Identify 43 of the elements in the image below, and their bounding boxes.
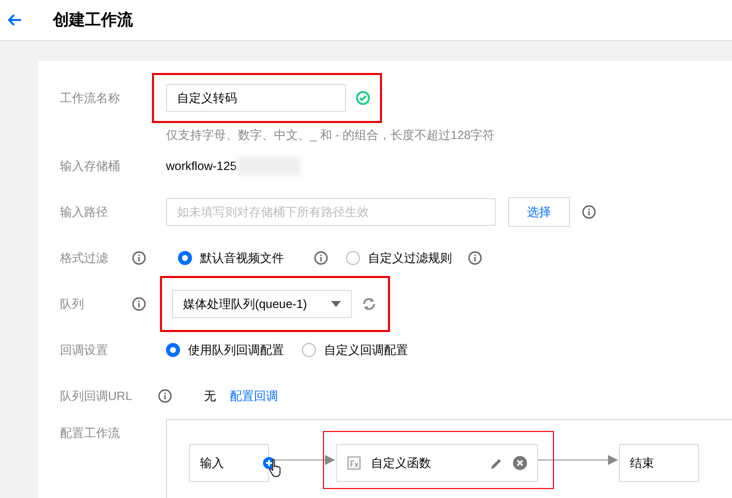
- pencil-icon[interactable]: [490, 456, 503, 470]
- back-icon[interactable]: [8, 14, 22, 26]
- refresh-icon[interactable]: [362, 297, 376, 311]
- close-icon[interactable]: [513, 456, 527, 470]
- radio-button[interactable]: [166, 343, 180, 357]
- info-icon[interactable]: [582, 205, 596, 219]
- radio-button[interactable]: [346, 251, 360, 265]
- node-label: 结束: [630, 454, 654, 472]
- info-icon[interactable]: [468, 251, 482, 265]
- info-icon[interactable]: [132, 251, 146, 265]
- field-label: 工作流名称: [60, 90, 121, 106]
- field-label: 回调设置: [60, 342, 109, 358]
- field-label: 配置工作流: [60, 425, 121, 442]
- function-icon: [347, 456, 361, 470]
- info-icon[interactable]: [314, 251, 328, 265]
- radio-label[interactable]: 自定义过滤规则: [368, 250, 452, 266]
- callback-value: 无: [204, 388, 216, 404]
- info-icon[interactable]: [158, 389, 172, 403]
- radio-label[interactable]: 自定义回调配置: [324, 342, 408, 358]
- radio-button[interactable]: [302, 343, 316, 357]
- workflow-node[interactable]: 输入: [189, 444, 269, 482]
- select-button[interactable]: 选择: [508, 197, 570, 227]
- field-label: 队列回调URL: [60, 388, 134, 404]
- configure-callback-link[interactable]: 配置回调: [230, 388, 278, 404]
- info-icon[interactable]: [132, 297, 146, 311]
- node-label: 自定义函数: [371, 454, 432, 472]
- radio-label[interactable]: 使用队列回调配置: [188, 342, 284, 358]
- workflow-node[interactable]: 结束: [619, 444, 699, 482]
- name-field[interactable]: 自定义转码: [166, 84, 346, 112]
- field-label: 格式过滤: [60, 250, 109, 266]
- caret-icon: [331, 301, 341, 307]
- field-label: 输入路径: [60, 204, 109, 220]
- workflow-node[interactable]: 自定义函数: [336, 444, 538, 482]
- field-label: 队列: [60, 296, 85, 312]
- radio-button[interactable]: [178, 251, 192, 265]
- page-title: 创建工作流: [53, 10, 133, 30]
- hint-text: 仅支持字母、数字、中文、_ 和 - 的组合，长度不超过128字符: [166, 127, 496, 143]
- path-field[interactable]: 如未填写则对存储桶下所有路径生效: [166, 198, 496, 226]
- bucket-value: workflow-125: [166, 159, 237, 173]
- field-label: 输入存储桶: [60, 158, 121, 174]
- queue-dropdown[interactable]: 媒体处理队列(queue-1): [172, 290, 352, 318]
- radio-label[interactable]: 默认音视频文件: [200, 250, 284, 266]
- node-label: 输入: [200, 454, 224, 472]
